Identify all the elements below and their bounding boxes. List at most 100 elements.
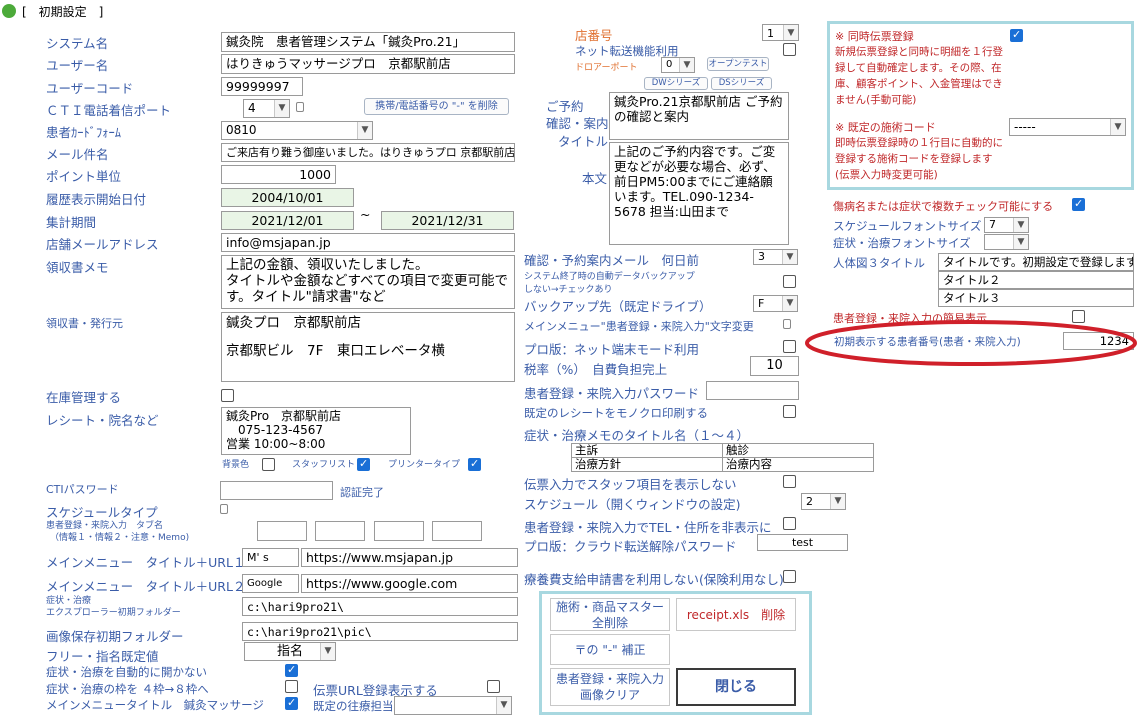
open-test-button[interactable]: オープンテスト <box>707 57 769 71</box>
insurance-checkbox[interactable] <box>783 570 796 583</box>
system-name-field[interactable]: 鍼灸院 患者管理システム「鍼灸Pro.21」 <box>221 32 515 52</box>
pro-net-label: プロ版：ネット端末モード利用 <box>524 342 700 357</box>
tab-name-1-field[interactable] <box>257 521 307 541</box>
chevron-down-icon: ▼ <box>782 296 797 311</box>
user-code-field[interactable]: 99999997 <box>221 77 303 96</box>
menu2-url-field[interactable]: https://www.google.com <box>301 574 518 593</box>
memo-title-2-field[interactable]: 触診 <box>722 443 874 458</box>
hide-staff-checkbox[interactable] <box>783 475 796 488</box>
schedule-type-option[interactable] <box>220 504 228 514</box>
point-unit-field[interactable]: 1000 <box>221 165 336 184</box>
menu-title-checkbox[interactable] <box>285 696 298 710</box>
system-name-label: システム名 <box>46 36 109 51</box>
printer-type-checkbox[interactable] <box>468 457 481 471</box>
explorer-folder-field[interactable]: c:\hari9pro21\ <box>242 597 518 616</box>
tax-field[interactable]: 10 <box>750 356 799 376</box>
shop-mail-label: 店舗メールアドレス <box>46 237 159 252</box>
close-button[interactable]: 閉じる <box>676 668 796 706</box>
image-clear-button[interactable]: 患者登録・来院入力 画像クリア <box>550 668 670 706</box>
default-staff-select[interactable]: ▼ <box>394 696 512 715</box>
reservation-body-field[interactable]: 上記のご予約内容です。ご変更などが必要な場合、必ず、前日PM5:00までにご連絡… <box>609 142 789 245</box>
receipt-name-field[interactable]: 鍼灸Pro 京都駅前店 075-123-4567 営業 10:00~8:00 <box>221 407 411 455</box>
receipt-memo-field[interactable]: 上記の金額、領収いたしました。 タイトルや金額などすべての項目で変更可能です。タ… <box>221 255 515 309</box>
period-from-field[interactable]: 2021/12/01 <box>221 211 354 230</box>
hide-tel-checkbox[interactable] <box>783 517 796 530</box>
dropper-select[interactable]: 0 ▼ <box>661 57 695 73</box>
multi-check-checkbox[interactable] <box>1072 197 1085 211</box>
receipt-issuer-field[interactable]: 鍼灸プロ 京都駅前店 京都駅ビル 7F 東口エレベータ横 <box>221 312 515 382</box>
receipt-name-line3: 営業 10:00~8:00 <box>226 437 326 451</box>
staff-list-checkbox[interactable] <box>357 457 370 471</box>
pro-net-checkbox[interactable] <box>783 340 796 353</box>
bg-color-label: 背景色 <box>222 460 250 470</box>
user-name-field[interactable]: はりきゅうマッサージプロ 京都駅前店 <box>221 54 515 74</box>
schedule-window-select[interactable]: 2 ▼ <box>801 493 846 510</box>
cti-password-field[interactable] <box>220 481 333 500</box>
backup-drive-select[interactable]: F ▼ <box>753 295 798 312</box>
figure-title-1-field[interactable]: タイトルです。初期設定で登録します <box>938 253 1134 271</box>
shop-no-select[interactable]: 1 ▼ <box>762 24 799 41</box>
slip-url-checkbox[interactable] <box>487 680 500 693</box>
cloud-pw-label: プロ版：クラウド転送解除パスワード <box>524 539 737 554</box>
period-to-field[interactable]: 2021/12/31 <box>381 211 514 230</box>
menu1-url-field[interactable]: https://www.msjapan.jp <box>301 548 518 567</box>
tab-name-3-field[interactable] <box>374 521 424 541</box>
mail-subject-field[interactable]: ご来店有り難う御座いました。はりきゅうプロ 京都駅前店 <box>221 143 515 162</box>
shop-mail-field[interactable]: info@msjapan.jp <box>221 233 515 252</box>
tab-names-label: 患者登録・来院入力 タブ名 <box>46 521 164 531</box>
default-code-select[interactable]: ----- ▼ <box>1009 118 1126 136</box>
no-auto-open-checkbox[interactable] <box>285 663 298 677</box>
menu2-title-field[interactable]: Google <box>242 574 299 593</box>
point-unit-label: ポイント単位 <box>46 169 122 184</box>
auto-backup-checkbox[interactable] <box>783 275 796 288</box>
simultaneous-checkbox[interactable] <box>1010 28 1023 42</box>
tab-name-4-field[interactable] <box>432 521 482 541</box>
receipt-delete-button[interactable]: receipt.xls 削除 <box>676 598 796 631</box>
dw-series-button[interactable]: DWシリーズ <box>644 77 708 90</box>
ds-series-button[interactable]: DSシリーズ <box>711 77 772 90</box>
master-delete-button[interactable]: 施術・商品マスター 全削除 <box>550 598 670 631</box>
patient-pw-field[interactable] <box>706 381 799 400</box>
figure-title-2-field[interactable]: タイトル２ <box>938 271 1134 289</box>
memo-title-3-field[interactable]: 治療方針 <box>571 457 723 472</box>
chevron-down-icon: ▼ <box>1013 235 1028 249</box>
chevron-down-icon: ▼ <box>320 643 335 660</box>
tab-name-2-field[interactable] <box>315 521 365 541</box>
printer-type-label: プリンタータイプ <box>388 460 461 470</box>
history-start-label: 履歴表示開始日付 <box>46 192 147 207</box>
card-form-select[interactable]: 0810 ▼ <box>221 121 373 140</box>
cti-port-option[interactable] <box>296 102 304 112</box>
card-form-label: 患者ｶｰﾄﾞﾌｫｰﾑ <box>46 125 122 140</box>
tax-label: 税率（%） 自費負担完上 <box>524 362 668 377</box>
default-staff-label: 既定の往療担当 <box>313 699 394 713</box>
mail-days-select[interactable]: 3 ▼ <box>753 249 798 265</box>
memo-title-4-field[interactable]: 治療内容 <box>722 457 874 472</box>
schedule-font-label: スケジュールフォントサイズ <box>833 219 982 233</box>
bg-color-checkbox[interactable] <box>262 458 275 471</box>
chevron-down-icon: ▼ <box>1110 119 1125 135</box>
frame-4to8-checkbox[interactable] <box>285 680 298 693</box>
menu-text-change-option[interactable] <box>783 319 791 329</box>
cti-port-select[interactable]: 4 ▼ <box>243 99 290 118</box>
stock-checkbox[interactable] <box>221 389 234 402</box>
history-start-field[interactable]: 2004/10/01 <box>221 188 354 207</box>
symptom-font-select[interactable]: ▼ <box>984 234 1029 250</box>
remove-hyphen-button[interactable]: 携帯/電話番号の "-" を削除 <box>364 98 509 115</box>
memo-title-1-field[interactable]: 主訴 <box>571 443 723 458</box>
mono-print-checkbox[interactable] <box>783 405 796 418</box>
chevron-down-icon: ▼ <box>830 494 845 509</box>
figure-title-3-field[interactable]: タイトル３ <box>938 289 1134 307</box>
image-folder-field[interactable]: c:\hari9pro21\pic\ <box>242 622 518 641</box>
menu1-title-field[interactable]: M' s <box>242 548 299 567</box>
net-transfer-checkbox[interactable] <box>783 43 796 56</box>
free-default-select[interactable]: 指名 ▼ <box>244 642 336 661</box>
schedule-font-select[interactable]: 7 ▼ <box>984 217 1029 233</box>
reservation-title-field[interactable]: 鍼灸Pro.21京都駅前店 ご予約の確認と案内 <box>609 92 789 140</box>
auto-backup-label-1: システム終了時の自動データバックアップ <box>524 272 695 282</box>
cloud-pw-field[interactable]: test <box>757 534 848 551</box>
zip-fix-button[interactable]: 〒の "-" 補正 <box>550 634 670 665</box>
auto-backup-label-2: しない→チェックあり <box>524 285 613 295</box>
cti-password-label: CTIパスワード <box>46 483 119 496</box>
image-folder-label: 画像保存初期フォルダー <box>46 629 184 644</box>
free-default-label: フリー・指名既定値 <box>46 649 159 664</box>
